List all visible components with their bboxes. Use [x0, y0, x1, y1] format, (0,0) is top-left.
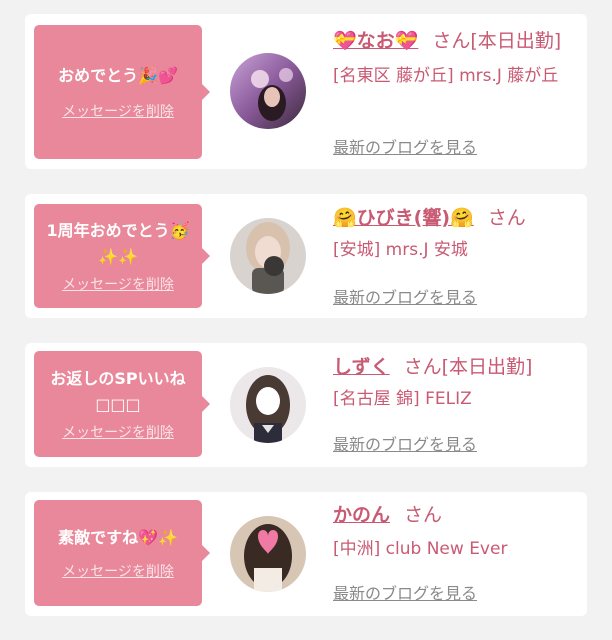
cast-info: 🤗ひびき(響)🤗 さん [安城] mrs.J 安城	[333, 205, 583, 264]
avatar[interactable]	[230, 516, 306, 592]
latest-blog-link[interactable]: 最新のブログを見る	[333, 580, 477, 604]
avatar[interactable]	[230, 367, 306, 443]
delete-message-link[interactable]: メッセージを削除	[62, 422, 174, 442]
shop-label: [名東区 藤が丘] mrs.J 藤が丘	[333, 66, 559, 86]
honorific: さん	[404, 504, 443, 526]
message-card: 1周年おめでとう🥳✨✨ メッセージを削除 🤗ひびき(響)🤗 さん [安城] mrs…	[25, 194, 587, 318]
cast-name-link[interactable]: 💝なお💝	[333, 30, 418, 52]
cast-info: かのん さん [中洲] club New Ever	[333, 502, 583, 563]
honorific: さん	[487, 207, 526, 229]
latest-blog-link[interactable]: 最新のブログを見る	[333, 431, 477, 455]
shop-label: [安城] mrs.J 安城	[333, 240, 468, 260]
message-card: お返しのSPいいね□□□ メッセージを削除 しずく さん[本日出勤] [名古屋 錦…	[25, 343, 587, 467]
status-label: [本日出勤]	[441, 356, 533, 378]
avatar[interactable]	[230, 53, 306, 129]
cast-name-link[interactable]: 🤗ひびき(響)🤗	[333, 207, 474, 229]
honorific: さん	[432, 30, 471, 52]
status-label: [本日出勤]	[470, 30, 562, 52]
delete-message-link[interactable]: メッセージを削除	[62, 561, 174, 581]
message-bubble: おめでとう🎉💕 メッセージを削除	[34, 25, 210, 159]
message-text: お返しのSPいいね□□□	[50, 369, 186, 414]
shop-label: [名古屋 錦] FELIZ	[333, 389, 472, 409]
cast-name-link[interactable]: しずく	[333, 356, 390, 378]
message-text: 素敵ですね💖✨	[58, 528, 178, 547]
message-card: 素敵ですね💖✨ メッセージを削除 かのん さん [中洲] club New Eve…	[25, 492, 587, 616]
message-bubble: お返しのSPいいね□□□ メッセージを削除	[34, 351, 210, 457]
message-bubble: 1周年おめでとう🥳✨✨ メッセージを削除	[34, 204, 210, 308]
delete-message-link[interactable]: メッセージを削除	[62, 101, 174, 121]
message-text: おめでとう🎉💕	[58, 66, 178, 85]
avatar[interactable]	[230, 218, 306, 294]
latest-blog-link[interactable]: 最新のブログを見る	[333, 284, 477, 308]
message-text: 1周年おめでとう🥳✨✨	[46, 221, 190, 266]
latest-blog-link[interactable]: 最新のブログを見る	[333, 134, 477, 158]
message-card: おめでとう🎉💕 メッセージを削除 💝なお💝 さん[本日出勤] [名東区 藤が丘] …	[25, 14, 587, 169]
message-bubble: 素敵ですね💖✨ メッセージを削除	[34, 500, 210, 606]
honorific: さん	[403, 356, 442, 378]
cast-name-link[interactable]: かのん	[333, 504, 390, 526]
delete-message-link[interactable]: メッセージを削除	[62, 274, 174, 294]
shop-label: [中洲] club New Ever	[333, 539, 508, 559]
cast-info: しずく さん[本日出勤] [名古屋 錦] FELIZ	[333, 354, 583, 413]
cast-info: 💝なお💝 さん[本日出勤] [名東区 藤が丘] mrs.J 藤が丘	[333, 28, 583, 90]
